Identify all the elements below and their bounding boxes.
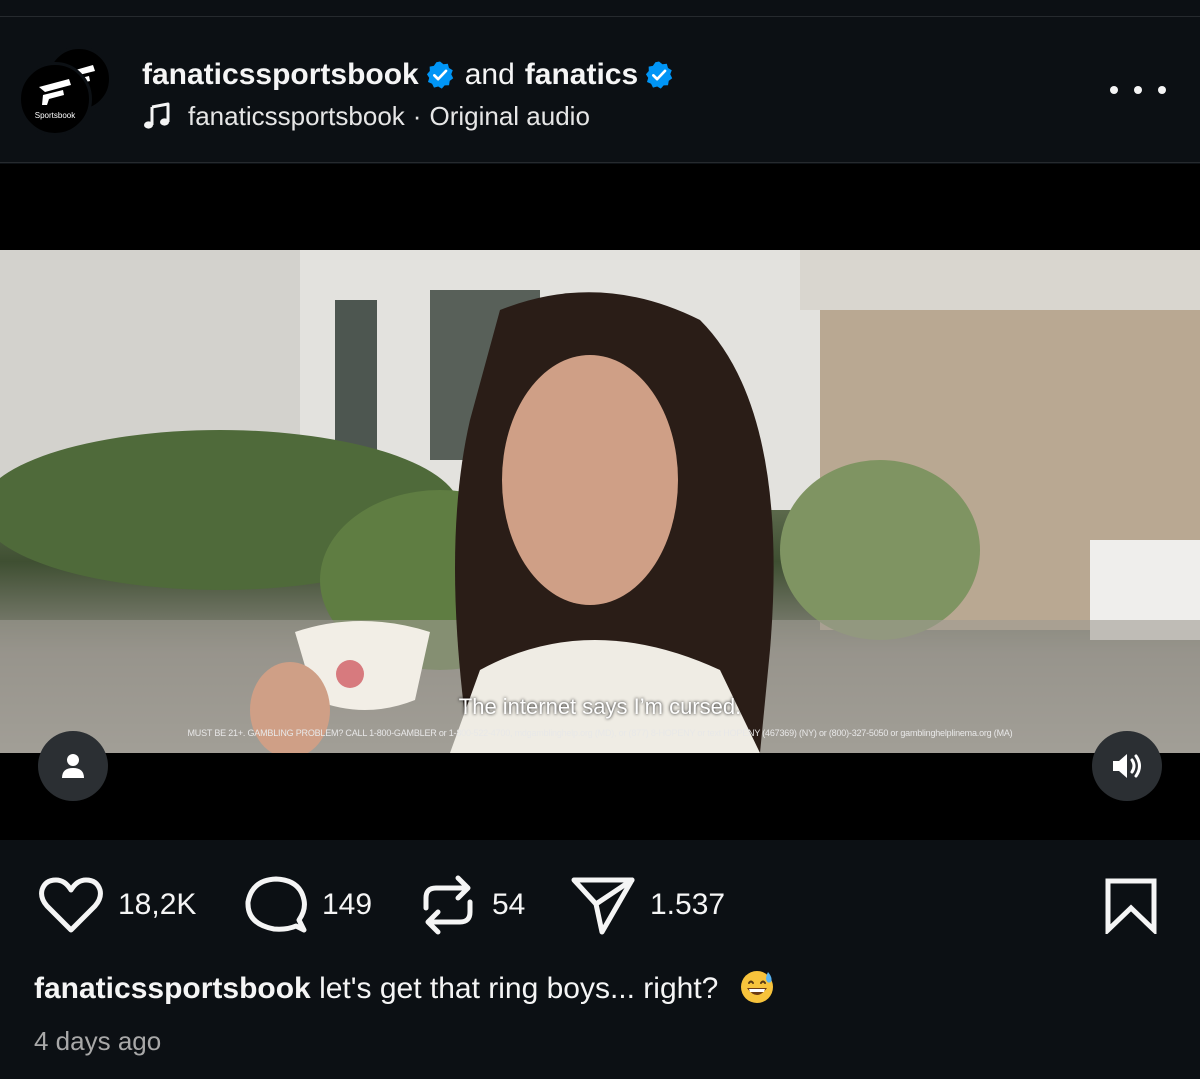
collab-names: fanaticssportsbook and fanatics	[142, 55, 674, 95]
avatar-fanaticssportsbook[interactable]: Sportsbook	[18, 62, 92, 136]
sportsbook-logo-icon	[39, 79, 71, 105]
conjunction: and	[464, 58, 515, 91]
caption-username[interactable]: fanaticssportsbook	[34, 972, 311, 1005]
like-count: 18,2K	[118, 888, 197, 921]
post-caption: fanaticssportsbook let's get that ring b…	[34, 968, 775, 1006]
comment-button[interactable]: 149	[244, 872, 372, 938]
video-subtitle: The internet says I’m cursed.	[458, 694, 742, 719]
avatar-label: Sportsbook	[34, 111, 76, 120]
video-scene-image	[0, 250, 1200, 753]
more-horizontal-icon	[1110, 86, 1118, 94]
post-timestamp: 4 days ago	[34, 1026, 162, 1056]
grinning-sweat-emoji-icon	[740, 971, 773, 1003]
share-button[interactable]: 1.537	[570, 872, 725, 938]
post-header: Sportsbook fanaticssportsbook and fanati…	[0, 0, 1200, 163]
audio-link[interactable]: fanaticssportsbook · Original audio	[142, 99, 590, 133]
save-button[interactable]	[1104, 878, 1158, 939]
speaker-on-icon	[1113, 754, 1141, 778]
person-icon	[62, 754, 84, 778]
verified-badge-icon	[426, 61, 453, 89]
music-note-icon	[144, 102, 170, 129]
action-bar: 18,2K 149 54 1.537	[0, 872, 1200, 938]
tagged-users-button[interactable]	[38, 731, 108, 801]
repost-button[interactable]: 54	[418, 872, 525, 938]
more-options-button[interactable]	[1110, 78, 1166, 102]
verified-badge-icon	[646, 61, 673, 89]
comment-bubble-icon	[245, 876, 307, 933]
video-player[interactable]: The internet says I’m cursed. MUST BE 21…	[0, 164, 1200, 840]
gambling-disclaimer: MUST BE 21+. GAMBLING PROBLEM? CALL 1-80…	[187, 728, 1013, 738]
send-paper-plane-icon	[571, 877, 635, 935]
heart-icon	[39, 877, 103, 933]
caption-text: let's get that ring boys... right?	[319, 972, 719, 1005]
username-secondary[interactable]: fanatics	[525, 58, 638, 92]
comment-count: 149	[322, 888, 373, 921]
sound-toggle-button[interactable]	[1092, 731, 1162, 801]
audio-separator: ·	[412, 100, 422, 131]
more-dot	[1134, 86, 1142, 94]
share-count: 1.537	[650, 888, 726, 921]
video-frame[interactable]: The internet says I’m cursed. MUST BE 21…	[0, 250, 1200, 753]
like-button[interactable]: 18,2K	[38, 872, 196, 938]
divider	[0, 16, 1200, 17]
audio-label: Original audio	[429, 100, 590, 131]
repost-count: 54	[492, 888, 526, 921]
username-primary[interactable]: fanaticssportsbook	[142, 58, 419, 92]
more-dot	[1158, 86, 1166, 94]
audio-user: fanaticssportsbook	[188, 100, 405, 131]
repost-icon	[423, 875, 473, 935]
collab-avatars[interactable]: Sportsbook	[18, 46, 112, 136]
bookmark-icon	[1105, 878, 1157, 936]
